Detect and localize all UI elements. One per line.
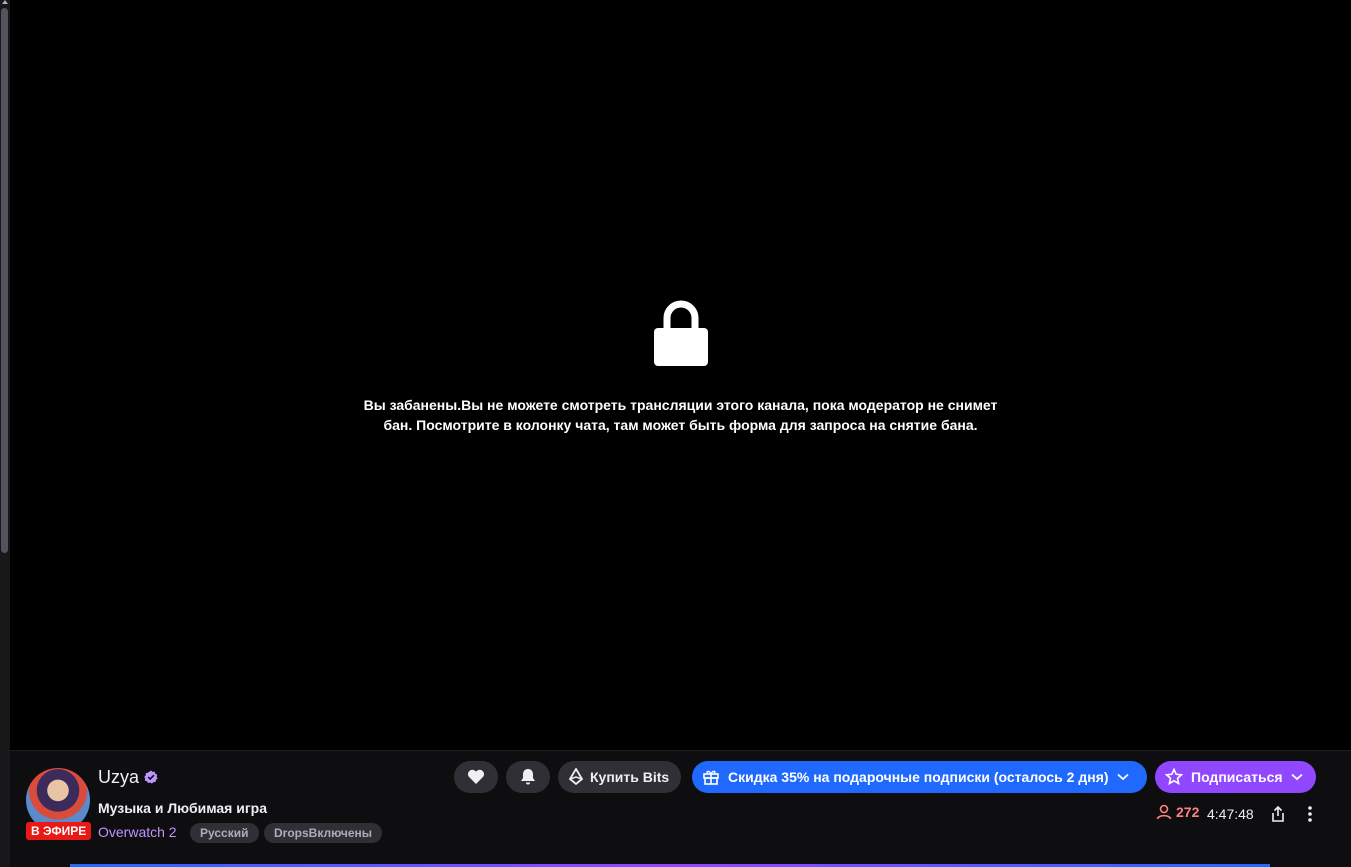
chevron-down-icon: [1290, 773, 1303, 781]
ban-message: Вы забанены.Вы не можете смотреть трансл…: [351, 395, 1011, 435]
gift-icon: [703, 770, 719, 785]
follow-button[interactable]: [454, 761, 498, 793]
star-icon: [1165, 768, 1183, 786]
stream-title: Музыка и Любимая игра: [98, 800, 267, 816]
ban-overlay: Вы забанены.Вы не можете смотреть трансл…: [10, 298, 1351, 435]
channel-name[interactable]: Uzya: [98, 767, 139, 788]
ban-message-line-1: Вы забанены.Вы не можете смотреть трансл…: [363, 397, 998, 413]
lock-icon: [653, 300, 708, 366]
more-vertical-icon: [1308, 806, 1312, 822]
heart-icon: [467, 769, 485, 784]
buy-bits-label: Купить Bits: [590, 769, 670, 785]
game-link[interactable]: Overwatch 2: [98, 824, 177, 840]
left-scrollbar[interactable]: [0, 0, 10, 867]
ban-message-line-2: бан. Посмотрите в колонку чата, там може…: [383, 417, 978, 433]
buy-bits-button[interactable]: Купить Bits: [558, 761, 682, 793]
verified-badge-icon: [144, 770, 158, 784]
share-button[interactable]: [1268, 803, 1288, 825]
stream-uptime: 4:47:48: [1207, 806, 1254, 822]
viewer-person-icon: [1156, 804, 1172, 820]
viewer-count-value: 272: [1176, 804, 1200, 820]
channel-info-bar: В ЭФИРЕ Uzya Музыка и Любимая игра Overw…: [10, 750, 1351, 867]
gift-subs-label: Скидка 35% на подарочные подписки (остал…: [728, 769, 1109, 785]
tag-language[interactable]: Русский: [190, 823, 259, 843]
chevron-down-icon: [1116, 773, 1129, 781]
share-icon: [1272, 805, 1284, 822]
video-player[interactable]: Вы забанены.Вы не можете смотреть трансл…: [10, 0, 1351, 750]
subscribe-label: Подписаться: [1191, 769, 1283, 785]
more-options-button[interactable]: [1300, 803, 1320, 825]
gift-subs-button[interactable]: Скидка 35% на подарочные подписки (остал…: [692, 761, 1147, 793]
viewer-count: 272: [1156, 804, 1199, 820]
scroll-up-arrow-icon[interactable]: [2, 0, 8, 4]
subscribe-button[interactable]: Подписаться: [1155, 761, 1316, 793]
bell-icon: [521, 769, 535, 785]
notifications-button[interactable]: [506, 761, 550, 793]
tag-drops[interactable]: DropsВключены: [264, 823, 383, 843]
scrollbar-thumb[interactable]: [1, 8, 8, 553]
bits-icon: [568, 768, 584, 786]
live-badge: В ЭФИРЕ: [26, 822, 92, 840]
